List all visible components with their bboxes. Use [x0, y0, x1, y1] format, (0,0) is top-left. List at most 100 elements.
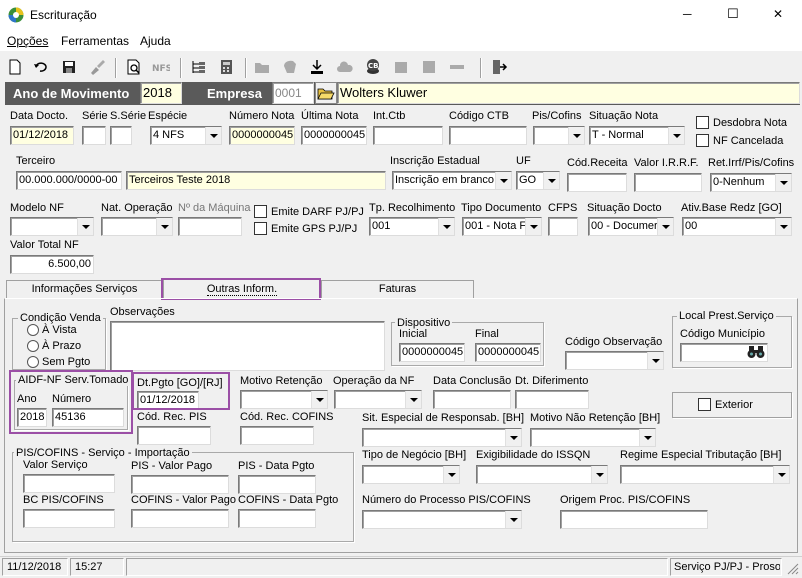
- terceiro-name-field[interactable]: Terceiros Teste 2018: [126, 171, 386, 190]
- save-icon[interactable]: [60, 58, 78, 76]
- valor-total-field[interactable]: 6.500,00: [10, 255, 94, 274]
- chevron-down-icon[interactable]: [568, 127, 584, 144]
- regime-especial-select[interactable]: [620, 465, 790, 484]
- menu-ajuda[interactable]: Ajuda: [140, 35, 171, 48]
- chevron-down-icon[interactable]: [495, 172, 511, 189]
- tipo-documento-select[interactable]: 001 - Nota F: [462, 217, 542, 236]
- tab-faturas[interactable]: Faturas: [321, 280, 474, 298]
- cloud-icon[interactable]: [336, 58, 354, 76]
- numero-processo-select[interactable]: [362, 510, 522, 529]
- maximize-button[interactable]: ☐: [727, 7, 739, 20]
- modelo-nf-select[interactable]: [10, 217, 94, 236]
- ultima-nota-field[interactable]: 0000000045: [301, 126, 367, 145]
- cofins-valor-pago-field[interactable]: [131, 509, 229, 528]
- tipo-negocio-select[interactable]: [362, 465, 460, 484]
- chevron-down-icon[interactable]: [156, 218, 172, 235]
- chevron-down-icon[interactable]: [773, 466, 789, 483]
- chevron-down-icon[interactable]: [647, 352, 663, 369]
- pis-cofins-select[interactable]: [533, 126, 585, 145]
- nat-operacao-select[interactable]: [101, 217, 173, 236]
- desdobra-nota-checkbox[interactable]: [696, 116, 709, 129]
- chevron-down-icon[interactable]: [205, 127, 221, 144]
- folder-icon[interactable]: [253, 58, 271, 76]
- menu-opcoes[interactable]: Opções: [7, 35, 48, 48]
- undo-icon[interactable]: [32, 58, 50, 76]
- pis-data-pgto-field[interactable]: [238, 475, 316, 494]
- minimize-button[interactable]: ─: [683, 8, 692, 21]
- situacao-nota-select[interactable]: T - Normal: [589, 126, 685, 145]
- exigibilidade-select[interactable]: [476, 465, 608, 484]
- open-folder-button[interactable]: [315, 82, 337, 104]
- chevron-down-icon[interactable]: [525, 218, 541, 235]
- empresa-name-field[interactable]: Wolters Kluwer: [337, 82, 800, 104]
- dispositivo-final-field[interactable]: 0000000045: [475, 343, 541, 362]
- bc-pis-cofins-field[interactable]: [23, 509, 115, 528]
- chevron-down-icon[interactable]: [77, 218, 93, 235]
- cod-rec-pis-field[interactable]: [137, 426, 211, 445]
- uf-select[interactable]: GO: [516, 171, 560, 190]
- situacao-docto-select[interactable]: 00 - Documer: [588, 217, 674, 236]
- chevron-down-icon[interactable]: [405, 391, 421, 408]
- resize-grip-icon[interactable]: [786, 562, 800, 576]
- cb-coin-icon[interactable]: CB: [364, 58, 382, 76]
- valor-servico-field[interactable]: [23, 474, 115, 493]
- chevron-down-icon[interactable]: [443, 466, 459, 483]
- data-docto-field[interactable]: 01/12/2018: [10, 126, 74, 145]
- ano-movimento-field[interactable]: 2018: [140, 82, 182, 104]
- chevron-down-icon[interactable]: [505, 429, 521, 446]
- menu-ferramentas[interactable]: Ferramentas: [61, 35, 129, 48]
- gray-square-icon[interactable]: [420, 58, 438, 76]
- data-diferimento-field[interactable]: [515, 390, 589, 409]
- chevron-down-icon[interactable]: [543, 172, 559, 189]
- cfps-field[interactable]: [548, 217, 578, 236]
- chevron-down-icon[interactable]: [775, 218, 791, 235]
- empresa-code-field[interactable]: 0001: [272, 82, 314, 104]
- new-document-icon[interactable]: [6, 58, 24, 76]
- int-ctb-field[interactable]: [373, 126, 443, 145]
- brush-icon[interactable]: [88, 58, 106, 76]
- sit-especial-select[interactable]: [362, 428, 522, 447]
- download-icon[interactable]: [308, 58, 326, 76]
- chevron-down-icon[interactable]: [657, 218, 673, 235]
- chevron-down-icon[interactable]: [438, 218, 454, 235]
- exterior-checkbox[interactable]: [698, 398, 711, 411]
- sserie-field[interactable]: [110, 126, 132, 145]
- chevron-down-icon[interactable]: [775, 174, 791, 191]
- dispositivo-inicial-field[interactable]: 0000000045: [399, 343, 465, 362]
- radio-sem-pgto[interactable]: [27, 356, 39, 368]
- calculator-icon[interactable]: [218, 58, 236, 76]
- radio-a-prazo[interactable]: [27, 340, 39, 352]
- preview-icon[interactable]: [125, 58, 143, 76]
- terceiro-code-field[interactable]: 00.000.000/0000-00: [16, 171, 122, 190]
- emite-darf-checkbox[interactable]: [254, 205, 267, 218]
- gray-box-icon[interactable]: [392, 58, 410, 76]
- radio-a-vista[interactable]: [27, 324, 39, 336]
- cofins-data-pgto-field[interactable]: [238, 509, 316, 528]
- nfs-icon[interactable]: NFS: [152, 58, 170, 76]
- binoculars-icon[interactable]: [746, 344, 766, 360]
- tree-icon[interactable]: [190, 58, 208, 76]
- codigo-ctb-field[interactable]: [449, 126, 527, 145]
- gray-bar-icon[interactable]: [448, 58, 466, 76]
- chevron-down-icon[interactable]: [639, 429, 655, 446]
- close-button[interactable]: ✕: [773, 8, 783, 21]
- num-maquina-field[interactable]: [178, 217, 242, 236]
- tp-recolhimento-select[interactable]: 001: [369, 217, 455, 236]
- motivo-nao-retencao-select[interactable]: [530, 428, 656, 447]
- operacao-nf-select[interactable]: [334, 390, 422, 409]
- glove-icon[interactable]: [281, 58, 299, 76]
- origem-proc-field[interactable]: [560, 510, 708, 529]
- chevron-down-icon[interactable]: [311, 391, 327, 408]
- ativ-base-select[interactable]: 00: [682, 217, 792, 236]
- nf-cancelada-checkbox[interactable]: [696, 134, 709, 147]
- numero-nota-field[interactable]: 0000000045: [229, 126, 295, 145]
- motivo-retencao-select[interactable]: [240, 390, 328, 409]
- exit-door-icon[interactable]: [490, 58, 508, 76]
- serie-field[interactable]: [82, 126, 106, 145]
- pis-valor-pago-field[interactable]: [131, 475, 229, 494]
- ret-irrf-select[interactable]: 0-Nenhum: [710, 173, 792, 192]
- cod-rec-cofins-field[interactable]: [240, 426, 314, 445]
- codigo-observacao-select[interactable]: [565, 351, 664, 370]
- inscricao-select[interactable]: Inscrição em branco: [392, 171, 512, 190]
- chevron-down-icon[interactable]: [505, 511, 521, 528]
